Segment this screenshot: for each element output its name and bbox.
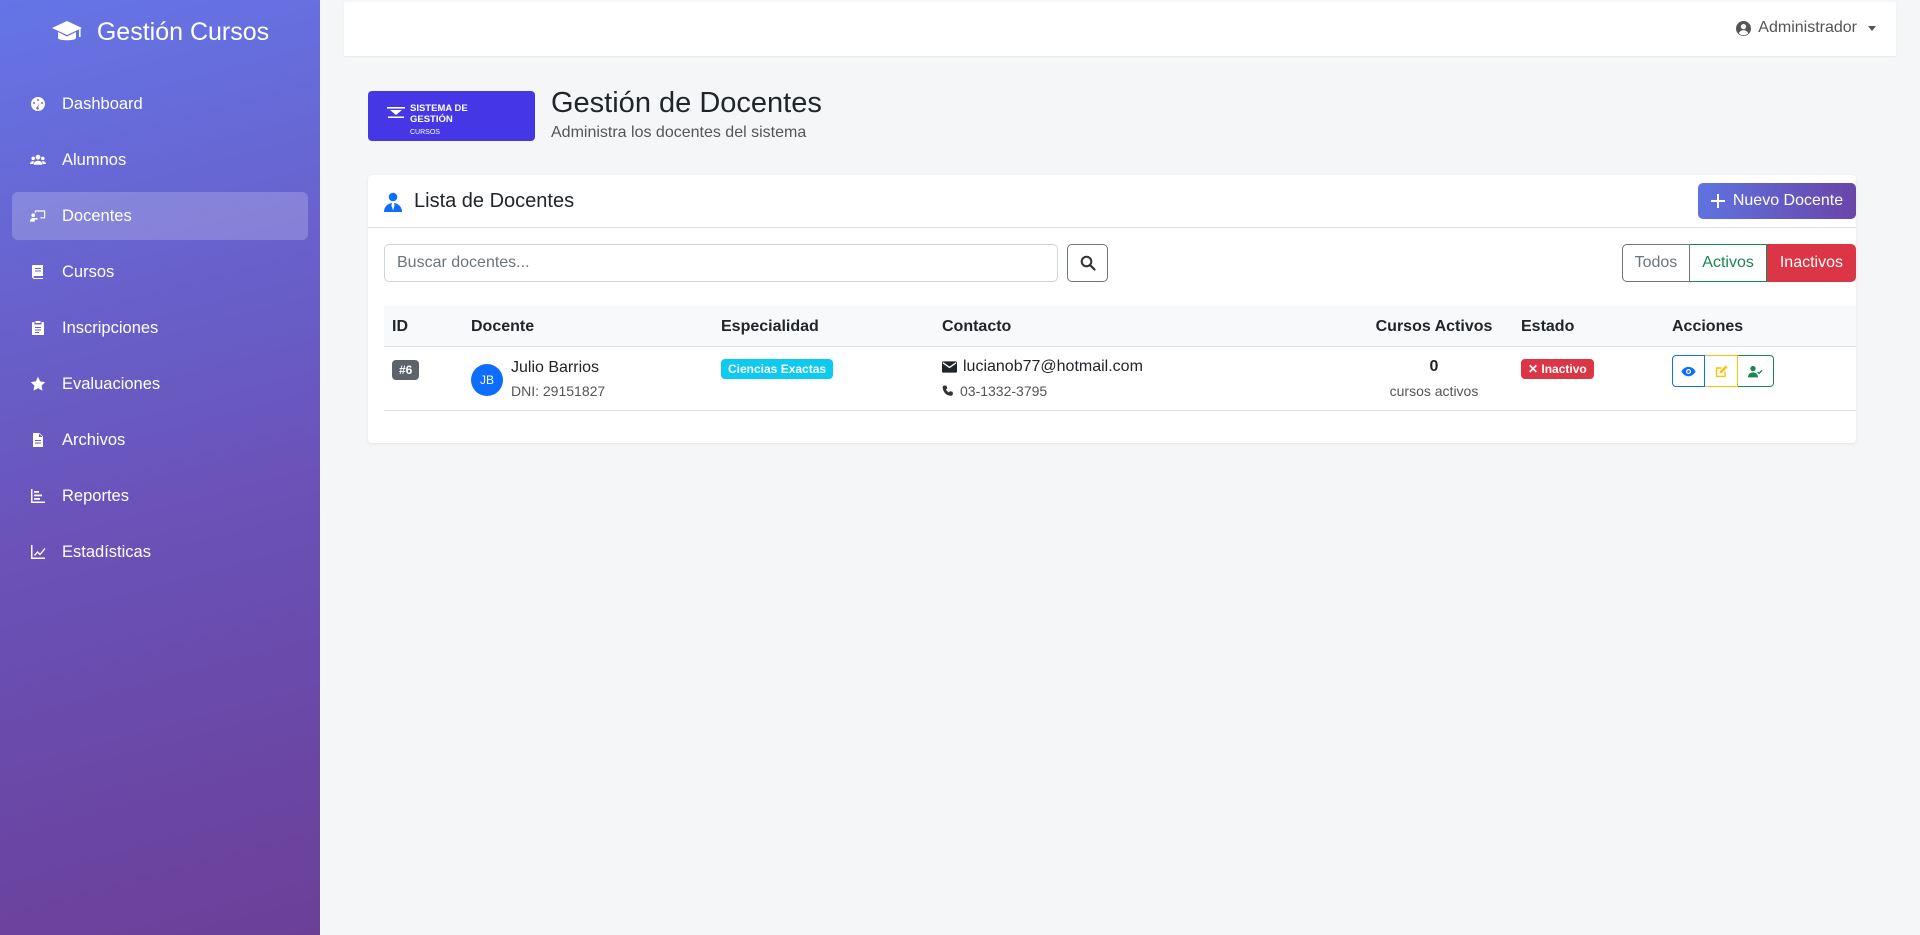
search-button[interactable]	[1067, 244, 1108, 282]
book-icon	[28, 262, 48, 282]
search-input[interactable]	[384, 244, 1058, 282]
card-title: Lista de Docentes	[384, 190, 574, 213]
sidebar-item-dashboard[interactable]: Dashboard	[12, 80, 308, 128]
sidebar: Gestión Cursos Dashboard Alumnos Docente…	[0, 0, 320, 935]
column-header-id: ID	[392, 318, 408, 335]
system-logo: SISTEMA DE GESTIÓN CURSOS	[368, 91, 535, 141]
sidebar-item-label: Estadísticas	[62, 542, 151, 561]
column-header-cursos: Cursos Activos	[1375, 318, 1493, 335]
sidebar-item-label: Evaluaciones	[62, 374, 161, 393]
sidebar-item-label: Dashboard	[62, 94, 143, 113]
contact-phone: 03-1332-3795	[942, 383, 1047, 399]
envelope-icon	[942, 361, 957, 373]
active-courses-label: cursos activos	[1389, 383, 1479, 399]
chevron-down-icon	[1868, 25, 1876, 31]
logo-text: SISTEMA DE GESTIÓN	[410, 103, 468, 125]
table-header: ID Docente Especialidad Contacto Cursos …	[384, 306, 1856, 347]
clipboard-icon	[28, 318, 48, 338]
sidebar-item-label: Cursos	[62, 262, 115, 281]
card-header: Lista de Docentes Nuevo Docente	[368, 175, 1856, 228]
row-actions	[1672, 355, 1774, 387]
column-header-acciones: Acciones	[1672, 318, 1744, 335]
column-header-contacto: Contacto	[942, 318, 1012, 335]
column-header-docente: Docente	[471, 318, 535, 335]
sidebar-item-reportes[interactable]: Reportes	[12, 472, 308, 520]
teachers-card: Lista de Docentes Nuevo Docente Todos Ac…	[368, 175, 1856, 443]
sidebar-item-alumnos[interactable]: Alumnos	[12, 136, 308, 184]
column-header-estado: Estado	[1521, 318, 1575, 335]
phone-icon	[942, 385, 953, 396]
teacher-dni: DNI: 29151827	[511, 383, 606, 399]
dashboard-icon	[28, 94, 48, 114]
status-filter-group: Todos Activos Inactivos	[1621, 244, 1856, 282]
sidebar-item-label: Reportes	[62, 486, 129, 505]
brand-title: Gestión Cursos	[96, 17, 270, 46]
teacher-icon	[28, 206, 48, 226]
id-badge: #6	[392, 360, 420, 380]
active-courses-count: 0	[1429, 358, 1439, 375]
email-text: lucianob77@hotmail.com	[963, 358, 1143, 375]
avatar: JB	[471, 364, 503, 396]
logo-cap-icon	[387, 107, 405, 118]
users-icon	[28, 150, 48, 170]
logo-line-2: GESTIÓN	[410, 114, 453, 125]
filter-inactivos-button[interactable]: Inactivos	[1766, 244, 1856, 282]
specialty-badge: Ciencias Exactas	[721, 359, 834, 379]
page-subtitle: Administra los docentes del sistema	[551, 124, 807, 141]
column-header-especialidad: Especialidad	[721, 318, 819, 335]
user-check-icon	[1748, 365, 1763, 377]
file-icon	[28, 430, 48, 450]
edit-icon	[1715, 364, 1728, 377]
filter-activos-button[interactable]: Activos	[1690, 244, 1767, 282]
table-row: #6 JB Julio Barrios DNI: 29151827 Cienci…	[384, 347, 1856, 411]
logo-line-3: CURSOS	[410, 129, 440, 136]
edit-button[interactable]	[1705, 355, 1738, 387]
bar-chart-icon	[28, 486, 48, 506]
user-circle-icon	[1736, 20, 1752, 36]
new-teacher-button[interactable]: Nuevo Docente	[1698, 183, 1856, 219]
sidebar-item-label: Inscripciones	[62, 318, 159, 337]
assign-course-button[interactable]	[1738, 355, 1774, 387]
sidebar-item-label: Archivos	[62, 430, 126, 449]
topbar: Administrador	[344, 2, 1896, 56]
sidebar-item-cursos[interactable]: Cursos	[12, 248, 308, 296]
sidebar-item-archivos[interactable]: Archivos	[12, 416, 308, 464]
graduation-cap-icon	[51, 21, 82, 41]
sidebar-nav: Dashboard Alumnos Docentes Cursos Inscri…	[0, 80, 320, 576]
teacher-name: Julio Barrios	[511, 359, 600, 376]
teacher-user-icon	[384, 192, 402, 212]
plus-icon	[1710, 194, 1725, 208]
logo-line-1: SISTEMA DE	[410, 103, 468, 114]
sidebar-item-inscripciones[interactable]: Inscripciones	[12, 304, 308, 352]
sidebar-item-label: Alumnos	[62, 150, 127, 169]
view-button[interactable]	[1672, 355, 1705, 387]
star-icon	[28, 374, 48, 394]
sidebar-item-docentes[interactable]: Docentes	[12, 192, 308, 240]
phone-text: 03-1332-3795	[960, 383, 1048, 399]
status-badge: ✕ Inactivo	[1521, 359, 1594, 379]
line-chart-icon	[28, 542, 48, 562]
user-menu[interactable]: Administrador	[1736, 19, 1876, 37]
user-name: Administrador	[1758, 19, 1857, 36]
search-icon	[1080, 255, 1096, 271]
card-title-text: Lista de Docentes	[414, 190, 575, 212]
eye-icon	[1681, 366, 1696, 376]
filter-todos-button[interactable]: Todos	[1621, 244, 1691, 282]
new-teacher-label: Nuevo Docente	[1732, 192, 1844, 209]
contact-email: lucianob77@hotmail.com	[942, 358, 1143, 376]
sidebar-item-label: Docentes	[62, 206, 132, 225]
brand[interactable]: Gestión Cursos	[0, 0, 320, 64]
sidebar-item-evaluaciones[interactable]: Evaluaciones	[12, 360, 308, 408]
sidebar-item-estadisticas[interactable]: Estadísticas	[12, 528, 308, 576]
page-title: Gestión de Docentes	[551, 87, 822, 119]
